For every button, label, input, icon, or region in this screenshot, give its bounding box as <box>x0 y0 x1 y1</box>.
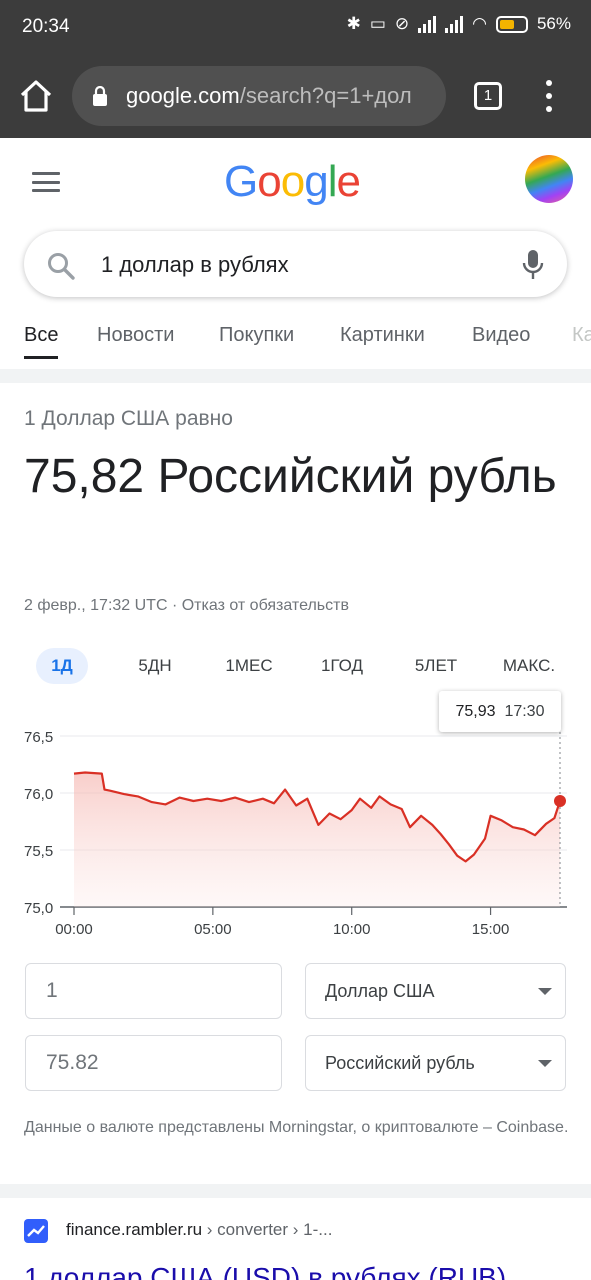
y-tick-label: 76,5 <box>24 729 53 746</box>
tabs-button[interactable]: 1 <box>474 82 502 110</box>
timestamp: 2 февр., 17:32 UTC · Отказ от обязательс… <box>24 597 349 614</box>
x-tick-label: 00:00 <box>55 921 93 938</box>
y-tick-label: 75,0 <box>24 900 53 917</box>
logo-letter: l <box>327 157 338 206</box>
range-1m[interactable]: 1МЕС <box>212 648 286 684</box>
url-text: google.com/search?q=1+дол <box>126 83 412 108</box>
tab-videos[interactable]: Видео <box>472 324 530 347</box>
address-bar[interactable]: google.com/search?q=1+дол <box>72 66 446 126</box>
x-tick-label: 15:00 <box>472 921 510 938</box>
x-tick-label: 10:00 <box>333 921 371 938</box>
tab-shopping[interactable]: Покупки <box>219 324 294 347</box>
result-title-link[interactable]: 1 доллар США (USD) в рублях (RUB) <box>24 1262 506 1280</box>
chart-current-point <box>554 794 566 807</box>
logo-letter: o <box>280 157 306 206</box>
range-max[interactable]: МАКС. <box>494 648 564 684</box>
logo-letter: e <box>336 157 361 206</box>
x-tick-label: 05:00 <box>194 921 232 938</box>
tab-all[interactable]: Все <box>24 324 59 359</box>
tab-more[interactable]: Ка <box>572 324 591 347</box>
status-icons: ✱ ▭ ⊘ ◠ 56% <box>347 14 571 34</box>
signal-icon <box>418 15 437 33</box>
conversion-label: 1 Доллар США равно <box>24 407 233 430</box>
y-tick-label: 76,0 <box>24 786 53 803</box>
search-input[interactable]: 1 доллар в рублях <box>101 252 289 278</box>
range-1d[interactable]: 1Д <box>36 648 88 684</box>
logo-letter: o <box>257 157 282 206</box>
google-logo[interactable]: Google <box>224 157 364 209</box>
dropdown-arrow-icon <box>538 1060 552 1067</box>
search-box[interactable]: 1 доллар в рублях <box>24 231 567 297</box>
lock-icon <box>93 86 107 106</box>
currency-to-select[interactable]: Российский рубль <box>305 1035 566 1091</box>
vibrate-icon: ▭ <box>369 14 386 33</box>
amount-from-input[interactable]: 1 <box>25 963 282 1019</box>
more-vert-icon[interactable] <box>544 80 554 112</box>
home-icon[interactable] <box>18 78 54 114</box>
logo-letter: g <box>304 157 329 206</box>
amount-to-input[interactable]: 75.82 <box>25 1035 282 1091</box>
status-bar: 20:34 ✱ ▭ ⊘ ◠ 56% <box>0 0 591 54</box>
mute-icon: ⊘ <box>394 14 410 33</box>
chart-tooltip: 75,93 17:30 <box>439 691 561 732</box>
range-selector: 1Д 5ДН 1МЕС 1ГОД 5ЛЕТ МАКС. <box>24 648 569 686</box>
y-tick-label: 75,5 <box>24 843 53 860</box>
microphone-icon[interactable] <box>521 249 545 281</box>
search-icon[interactable] <box>46 251 76 281</box>
tab-news[interactable]: Новости <box>97 324 174 347</box>
divider <box>0 1184 591 1198</box>
data-attribution: Данные о валюте представлены Morningstar… <box>24 1119 569 1136</box>
wifi-icon: ◠ <box>472 14 487 33</box>
signal-icon-2 <box>445 15 464 33</box>
range-5y[interactable]: 5ЛЕТ <box>401 648 471 684</box>
bluetooth-icon: ✱ <box>346 14 361 33</box>
divider <box>0 369 591 383</box>
logo-letter: G <box>224 157 258 206</box>
search-tabs: Все Новости Покупки Картинки Видео Ка <box>0 318 591 360</box>
range-1y[interactable]: 1ГОД <box>306 648 378 684</box>
avatar[interactable] <box>525 155 573 203</box>
site-favicon-icon <box>24 1219 48 1243</box>
battery-icon <box>495 15 528 33</box>
result-site[interactable]: finance.rambler.ru › converter › 1-... <box>66 1220 332 1240</box>
conversion-result: 75,82 Российский рубль <box>24 450 557 503</box>
menu-icon[interactable] <box>32 172 60 192</box>
browser-toolbar: google.com/search?q=1+дол 1 <box>0 54 591 138</box>
dropdown-arrow-icon <box>538 988 552 995</box>
range-5d[interactable]: 5ДН <box>122 648 188 684</box>
battery-percent: 56% <box>536 14 571 33</box>
tab-images[interactable]: Картинки <box>340 324 425 347</box>
status-time: 20:34 <box>22 16 70 37</box>
currency-from-select[interactable]: Доллар США <box>305 963 566 1019</box>
